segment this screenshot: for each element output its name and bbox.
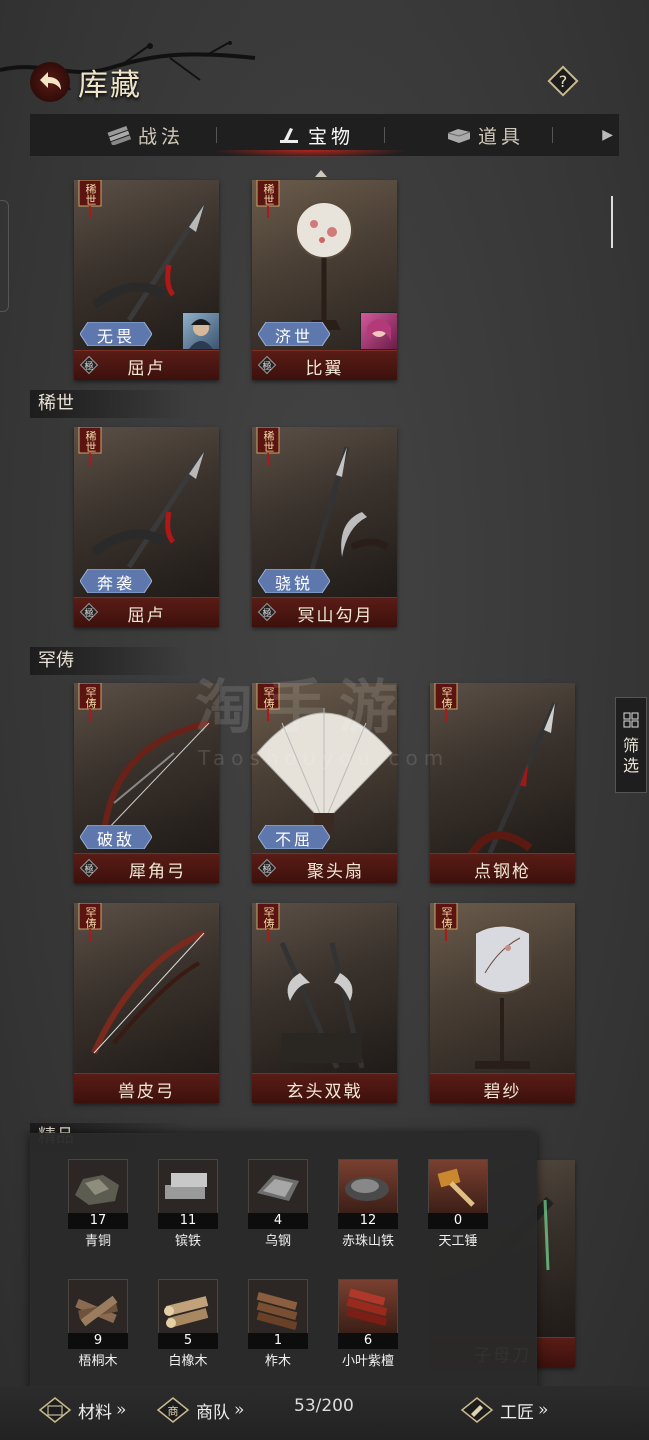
treasure-name: 碧纱 <box>483 1082 522 1102</box>
hero-portrait-avatar <box>182 312 219 350</box>
materials-button[interactable]: 材料 » <box>38 1395 126 1425</box>
bronze-ore-icon <box>75 1175 119 1205</box>
tab-label: 道具 <box>477 125 524 148</box>
scroll-up-caret-icon <box>315 170 327 177</box>
section-label-rare: 稀世 <box>30 390 188 418</box>
material-slot[interactable]: 5 白橡木 <box>157 1279 219 1369</box>
treasure-card[interactable]: 罕俦 玄头双戟 <box>252 903 397 1103</box>
filter-label: 筛选 <box>622 736 639 775</box>
treasure-name: 兽皮弓 <box>118 1082 175 1102</box>
treasure-name: 聚头扇 <box>307 862 364 882</box>
treasure-name: 冥山勾月 <box>297 606 374 626</box>
side-drawer-handle[interactable] <box>0 200 9 312</box>
filter-button[interactable]: 筛选 <box>615 697 647 793</box>
treasure-card[interactable]: 稀世 奔袭 極 屈卢 <box>74 427 219 627</box>
active-tab-glow <box>210 150 410 158</box>
materials-popup: 17 青铜 11 镔铁 4 乌钢 12 赤珠山铁 0 天工锤 9 梧桐木 5 白… <box>30 1133 537 1397</box>
watermark-url: Taoshouyou.com <box>198 746 450 770</box>
caravan-icon: 商 <box>156 1397 190 1423</box>
grid-icon <box>623 712 639 728</box>
black-steel-icon <box>257 1175 299 1201</box>
back-button[interactable] <box>30 62 70 102</box>
skill-badge: 无畏 <box>79 321 153 347</box>
treasure-card[interactable]: 稀世 济世 極 比翼 <box>252 180 397 380</box>
treasure-card[interactable]: 稀世 无畏 極 屈卢 <box>74 180 219 380</box>
treasure-card[interactable]: 稀世 骁锐 極 冥山勾月 <box>252 427 397 627</box>
skill-badge: 骁锐 <box>257 568 331 594</box>
tab-label: 宝物 <box>307 125 354 148</box>
tab-divider <box>384 127 385 143</box>
red-sandalwood-icon <box>346 1288 388 1327</box>
planks-icon <box>256 1291 298 1331</box>
tab-divider <box>216 127 217 143</box>
skill-badge: 奔袭 <box>79 568 153 594</box>
rarity-tag: 稀世 <box>78 180 104 220</box>
rarity-tag: 罕俦 <box>434 903 460 943</box>
svg-text:極: 極 <box>84 863 93 875</box>
svg-text:極: 極 <box>262 863 271 875</box>
material-slot[interactable]: 11 镔铁 <box>157 1159 219 1249</box>
craftsman-button[interactable]: 工匠 » <box>460 1395 548 1425</box>
material-slot[interactable]: 12 赤珠山铁 <box>337 1159 399 1249</box>
material-slot[interactable]: 1 柞木 <box>247 1279 309 1369</box>
svg-text:?: ? <box>559 72 568 91</box>
section-label-uncommon: 罕俦 <box>30 647 188 675</box>
skill-badge: 不屈 <box>257 824 331 850</box>
oak-logs-icon <box>164 1296 209 1328</box>
rarity-tag: 稀世 <box>256 427 282 467</box>
storage-capacity: 53/200 <box>294 1396 354 1416</box>
svg-text:商: 商 <box>168 1404 179 1418</box>
help-icon: ? <box>547 65 579 97</box>
watermark: 淘手游 <box>195 673 412 741</box>
treasure-name: 点钢枪 <box>474 862 531 882</box>
materials-label: 材料 <box>78 1402 112 1423</box>
treasure-name: 比翼 <box>305 359 344 379</box>
rarity-tag: 稀世 <box>256 180 282 220</box>
rarity-tag: 罕俦 <box>434 683 460 723</box>
page-title: 库藏 <box>78 68 142 103</box>
tab-scroll-right-icon[interactable]: ▶ <box>602 127 613 143</box>
tab-items[interactable]: 道具 <box>410 114 560 156</box>
treasure-icon <box>279 128 298 143</box>
treasure-card[interactable]: 罕俦 兽皮弓 <box>74 903 219 1103</box>
scroll-bundle-icon <box>107 125 132 145</box>
material-slot[interactable]: 17 青铜 <box>67 1159 129 1249</box>
item-chest-icon <box>447 129 471 143</box>
help-button[interactable]: ? <box>546 64 580 98</box>
scrollbar[interactable] <box>611 196 613 248</box>
rarity-tag: 罕俦 <box>78 683 104 723</box>
rarity-tag: 罕俦 <box>256 903 282 943</box>
material-slot[interactable]: 0 天工锤 <box>427 1159 489 1249</box>
svg-text:極: 極 <box>262 607 271 619</box>
treasure-name: 屈卢 <box>127 606 166 626</box>
craftsman-label: 工匠 <box>500 1402 534 1423</box>
material-slot[interactable]: 6 小叶紫檀 <box>337 1279 399 1369</box>
skill-badge: 破敌 <box>79 824 153 850</box>
iron-ingot-icon <box>165 1173 207 1199</box>
treasure-name: 屈卢 <box>127 359 166 379</box>
material-slot[interactable]: 4 乌钢 <box>247 1159 309 1249</box>
tab-divider <box>552 127 553 143</box>
caravan-label: 商队 <box>196 1402 230 1423</box>
rarity-tag: 稀世 <box>78 427 104 467</box>
caravan-button[interactable]: 商 商队 » <box>156 1395 244 1425</box>
treasure-name: 玄头双戟 <box>286 1082 363 1102</box>
materials-chest-icon <box>38 1397 72 1423</box>
rarity-tag: 罕俦 <box>78 903 104 943</box>
craftsman-icon <box>460 1397 494 1423</box>
tab-tactics[interactable]: 战法 <box>70 114 220 156</box>
hammer-icon <box>437 1168 475 1207</box>
treasure-card[interactable]: 罕俦 碧纱 <box>430 903 575 1103</box>
red-ore-icon <box>345 1177 389 1201</box>
tab-label: 战法 <box>137 125 184 148</box>
treasure-name: 犀角弓 <box>129 862 186 882</box>
skill-badge: 济世 <box>257 321 331 347</box>
back-arrow-icon <box>40 72 61 90</box>
hero-portrait-avatar <box>360 312 397 350</box>
material-slot[interactable]: 9 梧桐木 <box>67 1279 129 1369</box>
treasure-card[interactable]: 罕俦 点钢枪 <box>430 683 575 883</box>
wood-logs-icon <box>75 1295 118 1327</box>
